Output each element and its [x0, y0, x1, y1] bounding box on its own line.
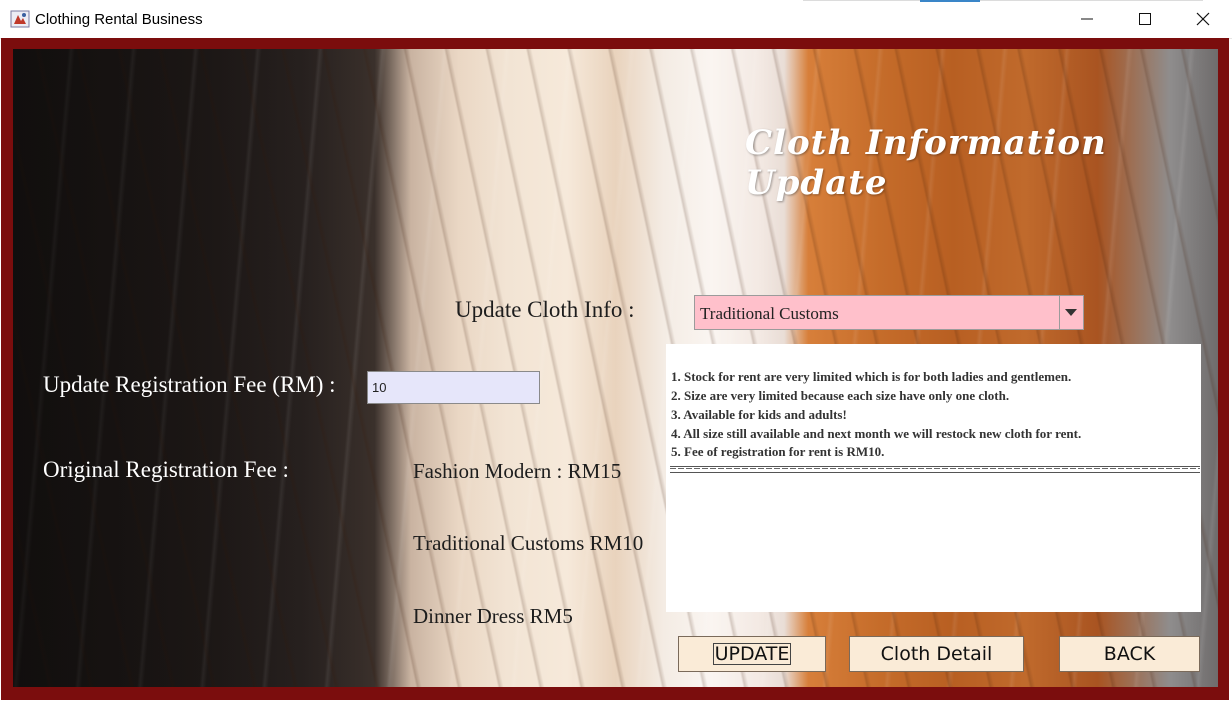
cloth-detail-button-label: Cloth Detail — [880, 643, 993, 665]
close-icon — [1196, 12, 1210, 26]
maximize-icon — [1139, 13, 1151, 25]
note-line-5: 5. Fee of registration for rent is RM10. — [671, 444, 885, 459]
window-title: Clothing Rental Business — [35, 11, 203, 28]
minimize-button[interactable] — [1058, 0, 1116, 38]
cloth-type-selected: Traditional Customs — [700, 304, 839, 323]
dropdown-arrow-button[interactable] — [1059, 296, 1083, 329]
note-line-2: 2. Size are very limited because each si… — [671, 388, 1010, 403]
update-cloth-info-label: Update Cloth Info : — [455, 297, 635, 322]
separator-line — [670, 466, 1200, 473]
close-button[interactable] — [1174, 0, 1232, 38]
back-button[interactable]: BACK — [1059, 636, 1200, 672]
minimize-icon — [1081, 18, 1093, 20]
java-app-icon — [10, 10, 30, 28]
title-bar-accent — [920, 0, 980, 2]
maximize-button[interactable] — [1116, 0, 1174, 38]
title-bar: Clothing Rental Business — [0, 0, 1232, 39]
back-button-label: BACK — [1103, 643, 1156, 665]
note-line-4: 4. All size still available and next mon… — [671, 426, 1082, 441]
cloth-type-dropdown[interactable]: Traditional Customs — [694, 295, 1084, 330]
fee-fashion-modern: Fashion Modern : RM15 — [413, 459, 622, 483]
original-registration-fee-label: Original Registration Fee : — [43, 457, 289, 482]
fee-traditional-customs: Traditional Customs RM10 — [413, 531, 644, 555]
update-registration-fee-label: Update Registration Fee (RM) : — [43, 372, 336, 397]
update-button-label: UPDATE — [712, 643, 792, 665]
cloth-detail-button[interactable]: Cloth Detail — [849, 636, 1024, 672]
page-title: Cloth Information Update — [745, 123, 1107, 203]
notes-textarea[interactable]: 1. Stock for rent are very limited which… — [666, 344, 1201, 612]
registration-fee-input[interactable] — [367, 371, 540, 404]
chevron-down-icon — [1065, 309, 1077, 316]
fee-dinner-dress: Dinner Dress RM5 — [413, 604, 573, 628]
note-line-1: 1. Stock for rent are very limited which… — [671, 369, 1072, 384]
note-line-3: 3. Available for kids and adults! — [671, 407, 847, 422]
update-button[interactable]: UPDATE — [678, 636, 826, 672]
